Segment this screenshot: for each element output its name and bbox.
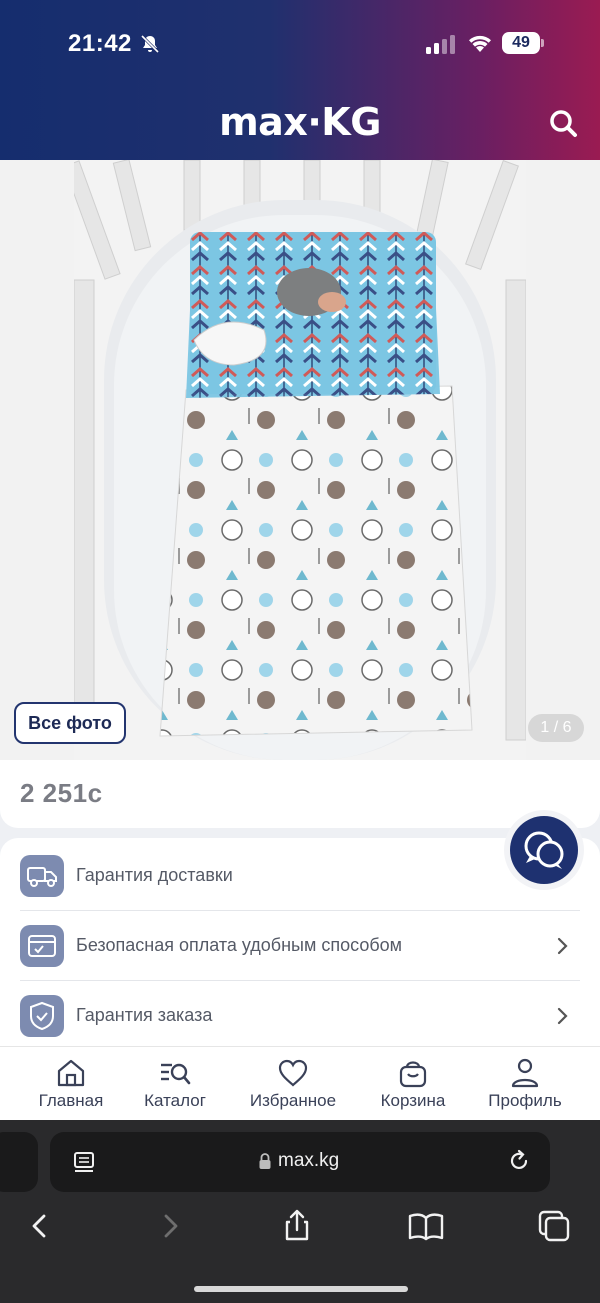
- cellular-signal-icon: [426, 35, 455, 54]
- nav-cart[interactable]: Корзина: [368, 1047, 458, 1121]
- back-icon[interactable]: [20, 1206, 60, 1246]
- previous-tab-preview[interactable]: [0, 1132, 38, 1192]
- nav-cart-label: Корзина: [380, 1091, 446, 1110]
- nav-favorites[interactable]: Избранное: [236, 1047, 350, 1121]
- chevron-right-icon: [557, 937, 568, 955]
- forward-icon[interactable]: [150, 1206, 190, 1246]
- browser-toolbar: max.kg: [0, 1120, 600, 1303]
- nav-catalog-label: Каталог: [144, 1091, 206, 1110]
- nav-catalog[interactable]: Каталог: [130, 1047, 220, 1121]
- chat-bubbles-icon: [524, 831, 564, 869]
- nav-profile[interactable]: Профиль: [480, 1047, 570, 1121]
- all-photos-button[interactable]: Все фото: [14, 702, 126, 744]
- status-time: 21:42: [68, 30, 132, 57]
- order-guarantee-label: Гарантия заказа: [76, 1005, 213, 1025]
- nav-home-label: Главная: [38, 1091, 104, 1110]
- delivery-guarantee-row[interactable]: Гарантия доставки: [20, 838, 580, 911]
- catalog-search-icon: [161, 1063, 191, 1085]
- safe-payment-row[interactable]: Безопасная оплата удобным способом: [20, 908, 580, 981]
- home-icon: [57, 1059, 85, 1087]
- shield-check-icon: [30, 1001, 54, 1031]
- nav-favorites-label: Избранное: [249, 1091, 337, 1110]
- gallery-counter: 1 / 6: [528, 714, 584, 742]
- product-gallery[interactable]: 1 / 6: [0, 160, 600, 760]
- profile-icon: [511, 1058, 539, 1088]
- silent-bell-icon: [140, 34, 160, 54]
- bottom-navigation: Главная Каталог Избранное Корзина Профил…: [0, 1046, 600, 1120]
- status-bar: 21:42 49: [0, 0, 600, 86]
- bag-icon: [399, 1061, 427, 1088]
- home-indicator: [194, 1286, 408, 1292]
- search-icon[interactable]: [546, 106, 582, 142]
- battery-level: 49: [502, 32, 540, 54]
- nav-home[interactable]: Главная: [26, 1047, 116, 1121]
- reload-icon[interactable]: [506, 1148, 532, 1174]
- app-header: 21:42 49 max·KG: [0, 0, 600, 160]
- battery-indicator: 49: [502, 32, 544, 54]
- tabs-icon[interactable]: [534, 1206, 574, 1246]
- share-icon[interactable]: [277, 1206, 317, 1246]
- bookmarks-icon[interactable]: [406, 1206, 446, 1246]
- product-photo: [74, 160, 526, 760]
- product-price: 2 251с: [20, 778, 103, 808]
- heart-icon: [278, 1059, 308, 1087]
- wifi-icon: [469, 35, 491, 52]
- address-bar[interactable]: max.kg: [50, 1132, 550, 1192]
- chat-button[interactable]: [504, 810, 584, 890]
- url-text: max.kg: [278, 1150, 340, 1171]
- delivery-guarantee-label: Гарантия доставки: [76, 865, 233, 885]
- chevron-right-icon: [557, 1007, 568, 1025]
- page-menu-icon[interactable]: [72, 1150, 96, 1174]
- lock-icon: [259, 1153, 271, 1169]
- brand-bar: max·KG: [0, 86, 600, 160]
- site-logo[interactable]: max·KG: [0, 100, 600, 144]
- order-guarantee-row[interactable]: Гарантия заказа: [20, 978, 580, 1048]
- nav-profile-label: Профиль: [488, 1091, 562, 1110]
- card-check-icon: [28, 935, 56, 957]
- safe-payment-label: Безопасная оплата удобным способом: [76, 935, 403, 955]
- truck-icon: [27, 867, 57, 887]
